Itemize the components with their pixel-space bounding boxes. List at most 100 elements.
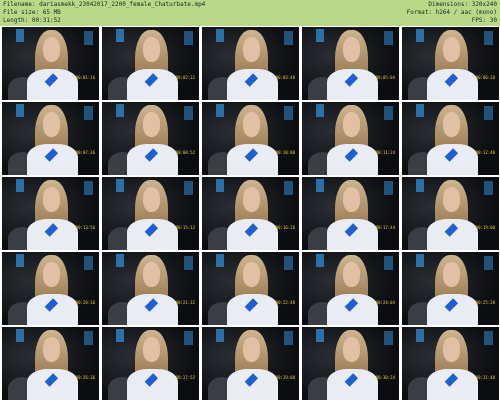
thumbnail-poster — [315, 29, 325, 43]
thumbnail-timestamp: 00:22:48 — [275, 300, 295, 305]
thumbnail-poster-r — [383, 105, 394, 121]
video-thumbnail[interactable]: 00:01:16 — [2, 27, 99, 100]
thumbnail-face — [142, 262, 161, 288]
video-thumbnail[interactable]: 00:19:00 — [402, 177, 499, 250]
video-thumbnail[interactable]: 00:10:08 — [202, 102, 299, 175]
thumbnail-poster-r — [383, 180, 394, 196]
thumbnail-poster — [415, 179, 425, 193]
thumbnail-timestamp: 00:10:08 — [275, 150, 295, 155]
video-thumbnail[interactable]: 00:07:36 — [2, 102, 99, 175]
thumbnail-poster-r — [483, 330, 494, 346]
thumbnail-timestamp: 00:19:00 — [475, 225, 495, 230]
thumbnail-timestamp: 00:08:52 — [175, 150, 195, 155]
thumbnail-poster-r — [383, 255, 394, 271]
video-thumbnail[interactable]: 00:27:52 — [102, 327, 199, 400]
thumbnail-face — [242, 337, 261, 363]
video-thumbnail[interactable]: 00:17:44 — [302, 177, 399, 250]
thumbnail-poster — [415, 254, 425, 268]
thumbnail-poster — [315, 254, 325, 268]
thumbnail-grid: 00:01:16 00:02:32 00:03:48 00:05:04 00:06:20… — [2, 27, 499, 400]
thumbnail-timestamp: 00:11:24 — [375, 150, 395, 155]
format-text: Format: h264 / aac (mono) — [406, 9, 497, 16]
dimensions-text: Dimensions: 320x240 — [428, 1, 497, 8]
thumbnail-poster-r — [283, 255, 294, 271]
video-thumbnail[interactable]: 00:22:48 — [202, 252, 299, 325]
thumbnail-timestamp: 00:24:04 — [375, 300, 395, 305]
thumbnail-face — [442, 187, 461, 213]
thumbnail-timestamp: 00:16:28 — [275, 225, 295, 230]
fps-text: FPS: 30 — [471, 17, 497, 24]
video-thumbnail[interactable]: 00:11:24 — [302, 102, 399, 175]
video-thumbnail[interactable]: 00:20:16 — [2, 252, 99, 325]
video-thumbnail[interactable]: 00:03:48 — [202, 27, 299, 100]
video-thumbnail[interactable]: 00:16:28 — [202, 177, 299, 250]
thumbnail-poster — [215, 179, 225, 193]
thumbnail-face — [442, 337, 461, 363]
thumbnail-face — [142, 112, 161, 138]
thumbnail-face — [42, 37, 61, 63]
video-thumbnail[interactable]: 00:13:56 — [2, 177, 99, 250]
thumbnail-face — [242, 37, 261, 63]
length-text: Length: 00:31:52 — [3, 17, 61, 24]
thumbnail-timestamp: 00:06:20 — [475, 75, 495, 80]
thumbnail-poster — [215, 329, 225, 343]
thumbnail-poster — [15, 254, 25, 268]
thumbnail-face — [42, 262, 61, 288]
thumbnail-timestamp: 00:20:16 — [75, 300, 95, 305]
thumbnail-face — [142, 37, 161, 63]
video-thumbnail[interactable]: 00:29:08 — [202, 327, 299, 400]
thumbnail-poster — [315, 329, 325, 343]
video-thumbnail[interactable]: 00:06:20 — [402, 27, 499, 100]
thumbnail-poster-r — [483, 255, 494, 271]
thumbnail-poster — [215, 104, 225, 118]
thumbnail-poster-r — [183, 180, 194, 196]
video-thumbnail[interactable]: 00:05:04 — [302, 27, 399, 100]
video-thumbnail[interactable]: 00:15:12 — [102, 177, 199, 250]
thumbnail-face — [42, 187, 61, 213]
thumbnail-timestamp: 00:01:16 — [75, 75, 95, 80]
thumbnail-face — [342, 337, 361, 363]
thumbnail-face — [142, 337, 161, 363]
thumbnail-poster-r — [83, 30, 94, 46]
video-thumbnail[interactable]: 00:26:36 — [2, 327, 99, 400]
video-thumbnail[interactable]: 00:30:24 — [302, 327, 399, 400]
thumbnail-face — [242, 112, 261, 138]
thumbnail-poster — [115, 329, 125, 343]
thumbnail-poster — [315, 104, 325, 118]
thumbnail-poster-r — [183, 330, 194, 346]
thumbnail-poster-r — [83, 330, 94, 346]
thumbnail-face — [342, 112, 361, 138]
thumbnail-timestamp: 00:31:40 — [475, 375, 495, 380]
video-thumbnail[interactable]: 00:24:04 — [302, 252, 399, 325]
thumbnail-poster — [415, 329, 425, 343]
thumbnail-poster — [115, 254, 125, 268]
thumbnail-face — [242, 262, 261, 288]
video-thumbnail[interactable]: 00:12:40 — [402, 102, 499, 175]
thumbnail-poster — [415, 29, 425, 43]
thumbnail-poster-r — [283, 180, 294, 196]
video-thumbnail[interactable]: 00:02:32 — [102, 27, 199, 100]
video-thumbnail[interactable]: 00:08:52 — [102, 102, 199, 175]
thumbnail-poster-r — [83, 180, 94, 196]
thumbnail-poster — [115, 29, 125, 43]
thumbnail-face — [342, 262, 361, 288]
thumbnail-timestamp: 00:03:48 — [275, 75, 295, 80]
thumbnail-poster-r — [283, 330, 294, 346]
thumbnail-timestamp: 00:13:56 — [75, 225, 95, 230]
thumbnail-poster — [215, 254, 225, 268]
thumbnail-timestamp: 00:29:08 — [275, 375, 295, 380]
video-thumbnail[interactable]: 00:21:32 — [102, 252, 199, 325]
thumbnail-timestamp: 00:21:32 — [175, 300, 195, 305]
thumbnail-poster — [15, 29, 25, 43]
thumbnail-poster — [115, 104, 125, 118]
video-thumbnail[interactable]: 00:25:20 — [402, 252, 499, 325]
thumbnail-poster — [115, 179, 125, 193]
thumbnail-timestamp: 00:27:52 — [175, 375, 195, 380]
thumbnail-poster — [215, 29, 225, 43]
thumbnail-face — [342, 37, 361, 63]
video-thumbnail[interactable]: 00:31:40 — [402, 327, 499, 400]
thumbnail-poster-r — [483, 180, 494, 196]
thumbnail-poster-r — [383, 30, 394, 46]
thumbnail-face — [42, 337, 61, 363]
thumbnail-timestamp: 00:15:12 — [175, 225, 195, 230]
